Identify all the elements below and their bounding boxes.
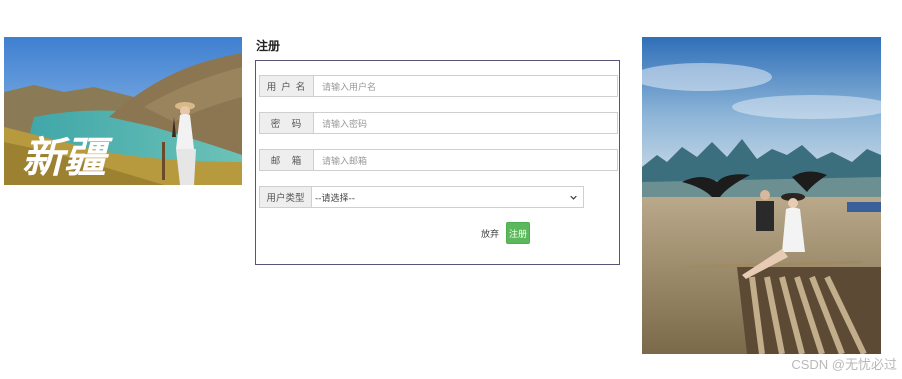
submit-button[interactable]: 注册 bbox=[506, 222, 530, 244]
banner-calligraphy: 新疆 bbox=[22, 133, 113, 182]
password-row: 密 码 请输入密码 bbox=[259, 112, 618, 134]
right-river-image bbox=[642, 37, 881, 354]
page: 新疆 注册 用 户 名 请输入用户名 密 码 请输入密码 邮 箱 请输入邮箱 用… bbox=[0, 0, 902, 379]
csdn-watermark: CSDN @无忧必过 bbox=[791, 357, 897, 372]
email-input[interactable]: 请输入邮箱 bbox=[314, 149, 618, 171]
form-title: 注册 bbox=[256, 39, 281, 53]
email-row: 邮 箱 请输入邮箱 bbox=[259, 149, 618, 171]
user-type-row: 用户类型 --请选择-- bbox=[259, 186, 584, 208]
register-form: 用 户 名 请输入用户名 密 码 请输入密码 邮 箱 请输入邮箱 用户类型 --… bbox=[255, 60, 620, 265]
password-input[interactable]: 请输入密码 bbox=[314, 112, 618, 134]
cancel-button[interactable]: 放弃 bbox=[477, 222, 503, 244]
username-input[interactable]: 请输入用户名 bbox=[314, 75, 618, 97]
chevron-down-icon bbox=[570, 195, 577, 200]
password-label: 密 码 bbox=[259, 112, 314, 134]
user-type-select[interactable]: --请选择-- bbox=[312, 186, 584, 208]
user-type-selected: --请选择-- bbox=[315, 193, 355, 204]
left-landscape-image: 新疆 bbox=[4, 37, 242, 185]
username-label: 用 户 名 bbox=[259, 75, 314, 97]
email-label: 邮 箱 bbox=[259, 149, 314, 171]
username-row: 用 户 名 请输入用户名 bbox=[259, 75, 618, 97]
user-type-label: 用户类型 bbox=[259, 186, 312, 208]
